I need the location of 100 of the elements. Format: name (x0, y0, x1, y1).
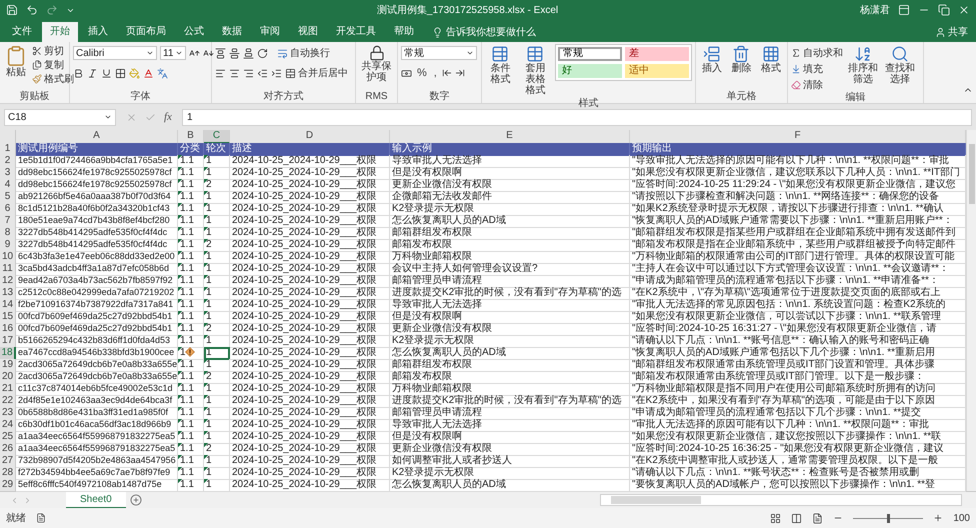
ribbon-tab[interactable]: 页面布局 (118, 22, 174, 42)
protect-share-button[interactable]: 共享保护项 (359, 44, 394, 84)
row-header[interactable]: 15 (0, 311, 16, 324)
row-header[interactable]: 12 (0, 275, 16, 288)
wrap-text-button[interactable]: 自动换行 (277, 46, 330, 60)
ribbon-tab[interactable]: 帮助 (386, 22, 422, 42)
row-header[interactable]: 22 (0, 395, 16, 408)
row-header[interactable]: 28 (0, 467, 16, 480)
shrink-font-icon[interactable] (203, 48, 214, 58)
ribbon-tab[interactable]: 数据 (214, 22, 250, 42)
increase-decimal-icon[interactable] (442, 68, 452, 78)
close-icon[interactable] (958, 4, 970, 16)
ribbon-tab[interactable]: 审阅 (252, 22, 288, 42)
row-header[interactable]: 6 (0, 203, 16, 216)
row-header[interactable]: 18 (0, 347, 16, 360)
ribbon-tab[interactable]: 公式 (176, 22, 212, 42)
row-header[interactable]: 14 (0, 299, 16, 312)
align-left-icon[interactable] (215, 68, 226, 78)
save-icon[interactable] (6, 4, 18, 16)
restore-icon[interactable] (938, 4, 950, 16)
row-header[interactable]: 9 (0, 239, 16, 252)
row-header[interactable]: 19 (0, 359, 16, 372)
underline-icon[interactable] (101, 68, 112, 78)
name-box[interactable]: C18 (4, 108, 116, 126)
merge-center-button[interactable]: 合并后居中 (285, 66, 348, 80)
cell-style-option[interactable]: 常规 (558, 47, 622, 61)
copy-button[interactable]: 复制 (32, 58, 74, 71)
column-header[interactable]: F (630, 130, 966, 144)
insert-function-button[interactable]: fx (164, 111, 172, 123)
lightbulb-icon[interactable] (432, 26, 443, 38)
comma-button[interactable]: , (432, 67, 439, 79)
row-header[interactable]: 1 (0, 143, 16, 156)
cell-style-option[interactable]: 适中 (625, 64, 689, 78)
font-color-icon[interactable] (143, 68, 154, 78)
ribbon-tab[interactable]: 开始 (42, 22, 78, 42)
clear-button[interactable]: 清除 (791, 78, 843, 91)
font-name-field[interactable]: Calibri (73, 46, 157, 60)
row-header[interactable]: 7 (0, 215, 16, 228)
ribbon-tab[interactable]: 视图 (290, 22, 326, 42)
vertical-scrollbar[interactable] (966, 130, 976, 491)
cells-button[interactable]: 删除 (729, 44, 754, 75)
autosum-button[interactable]: 自动求和 (791, 46, 843, 59)
number-format-field[interactable]: 常规 (401, 46, 477, 60)
share-button[interactable]: 共享 (927, 22, 976, 42)
align-right-icon[interactable] (243, 68, 254, 78)
row-header[interactable]: 20 (0, 371, 16, 384)
row-header[interactable]: 23 (0, 407, 16, 420)
row-header[interactable]: 24 (0, 419, 16, 432)
row-header[interactable]: 4 (0, 179, 16, 192)
fill-color-icon[interactable] (129, 68, 140, 78)
user-name[interactable]: 杨潇君 (860, 3, 890, 17)
column-header[interactable]: A (16, 130, 178, 144)
formula-field[interactable]: 1 (182, 108, 972, 126)
bold-icon[interactable] (73, 68, 84, 78)
fill-button[interactable]: 填充 (791, 62, 843, 75)
row-header[interactable]: 21 (0, 383, 16, 396)
sheet-tab[interactable]: Sheet0 (66, 492, 126, 508)
borders-icon[interactable] (115, 68, 126, 78)
row-header[interactable]: 26 (0, 443, 16, 456)
row-header[interactable]: 25 (0, 431, 16, 444)
column-header[interactable]: C (204, 130, 230, 144)
cell-style-option[interactable]: 好 (558, 64, 622, 78)
format-painter-button[interactable]: 格式刷 (32, 72, 74, 85)
tell-me-field[interactable]: 告诉我你想要做什么 (446, 25, 536, 39)
ribbon-tab[interactable]: 文件 (4, 22, 40, 42)
italic-icon[interactable] (87, 68, 98, 78)
row-header[interactable]: 5 (0, 191, 16, 204)
align-center-icon[interactable] (229, 68, 240, 78)
row-header[interactable]: 11 (0, 263, 16, 276)
column-header[interactable]: B (178, 130, 204, 144)
row-header[interactable]: 13 (0, 287, 16, 300)
ribbon-tab[interactable]: 开发工具 (328, 22, 384, 42)
cells-button[interactable]: 格式 (758, 44, 783, 75)
percent-button[interactable]: % (415, 67, 429, 79)
currency-icon[interactable] (401, 68, 412, 78)
font-size-field[interactable]: 11 (160, 46, 186, 60)
row-header[interactable]: 29 (0, 479, 16, 492)
format-as-table-button[interactable]: 套用表格格式 (518, 44, 552, 97)
phonetic-icon[interactable] (157, 68, 168, 78)
outdent-icon[interactable] (257, 68, 268, 78)
row-header[interactable]: 17 (0, 335, 16, 348)
decrease-decimal-icon[interactable] (454, 68, 465, 78)
ribbon-display-icon[interactable] (898, 4, 910, 16)
undo-icon[interactable] (26, 4, 38, 16)
horizontal-scrollbar[interactable] (600, 494, 962, 506)
top-align-icon[interactable] (215, 48, 226, 58)
orientation-icon[interactable] (257, 48, 268, 58)
row-header[interactable]: 10 (0, 251, 16, 264)
indent-icon[interactable] (271, 68, 282, 78)
conditional-format-button[interactable]: 条件格式 (485, 44, 516, 86)
grow-font-icon[interactable] (189, 48, 200, 58)
sort-filter-button[interactable]: 排序和筛选 (846, 44, 880, 86)
page-layout-icon[interactable] (791, 512, 802, 524)
row-header[interactable]: 8 (0, 227, 16, 240)
paste-button[interactable]: 粘贴 (3, 44, 29, 79)
redo-icon[interactable] (46, 4, 58, 16)
row-header[interactable]: 27 (0, 455, 16, 468)
bottom-align-icon[interactable] (243, 48, 254, 58)
normal-view-icon[interactable] (770, 512, 782, 524)
warning-icon[interactable] (185, 347, 195, 357)
